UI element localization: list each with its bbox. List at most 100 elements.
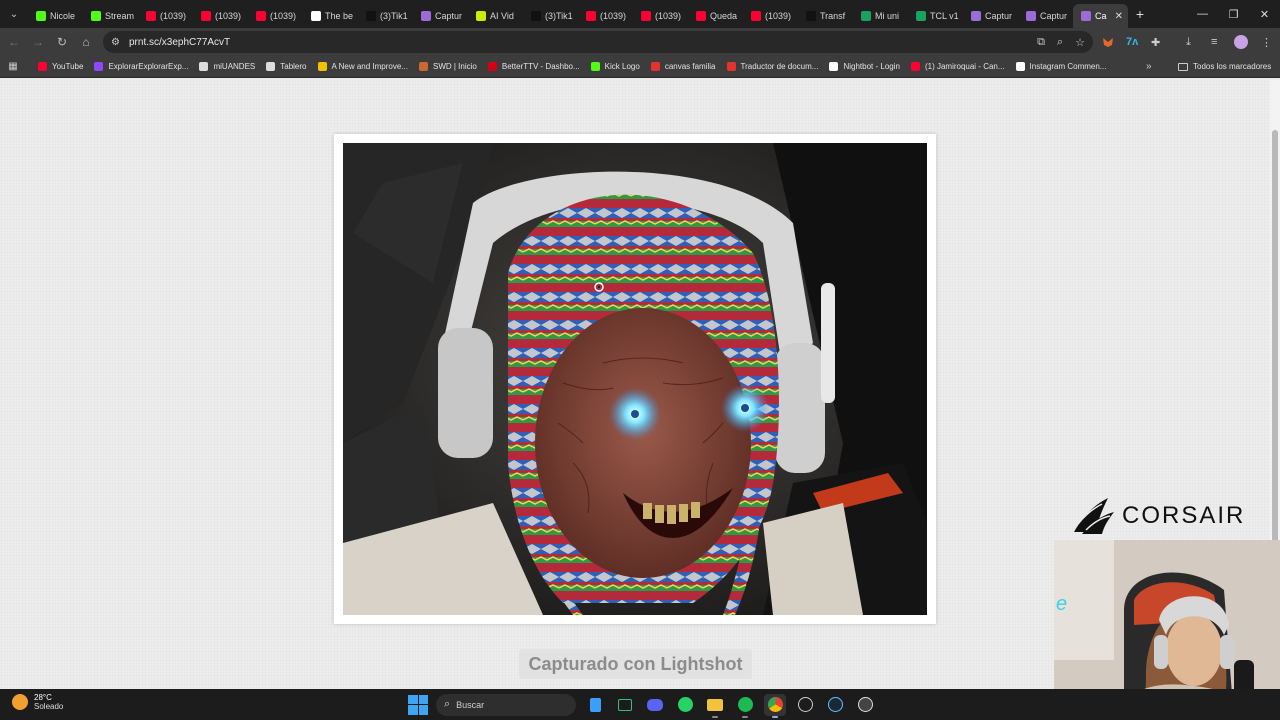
browser-toolbar: ← → ↻ ⌂ ⚙ prnt.sc/x3ephC77AcvT ⧉ ⌕ ☆ 7ʌ … bbox=[0, 28, 1280, 56]
zoom-icon[interactable]: ⌕ bbox=[1057, 36, 1063, 49]
browser-tab[interactable]: Mi uni bbox=[853, 4, 908, 28]
browser-tab[interactable]: Captur bbox=[963, 4, 1018, 28]
tab-label: The be bbox=[325, 11, 354, 21]
tab-favicon bbox=[91, 11, 101, 21]
browser-tab[interactable]: Ca ✕ bbox=[1073, 4, 1128, 28]
bookmark-item[interactable]: ExplorarExplorarExp... bbox=[94, 62, 188, 71]
tab-favicon bbox=[971, 11, 981, 21]
extension-translate-icon[interactable]: 7ʌ bbox=[1126, 28, 1138, 56]
download-icon[interactable]: ⤓ bbox=[1186, 28, 1191, 56]
search-label: Buscar bbox=[456, 699, 485, 710]
bookmark-label: BetterTTV - Dashbo... bbox=[501, 62, 580, 71]
bookmark-item[interactable]: SWD | Inicio bbox=[418, 62, 477, 71]
chrome-icon[interactable] bbox=[764, 693, 786, 718]
close-tab-icon[interactable]: ✕ bbox=[1115, 11, 1123, 22]
notes-app-icon[interactable] bbox=[584, 694, 606, 716]
more-bookmarks-icon[interactable]: » bbox=[1146, 61, 1152, 72]
sun-icon bbox=[12, 694, 28, 710]
bookmark-star-icon[interactable]: ☆ bbox=[1075, 36, 1085, 49]
address-bar[interactable]: ⚙ prnt.sc/x3ephC77AcvT ⧉ ⌕ ☆ bbox=[103, 31, 1093, 53]
home-icon[interactable]: ⌂ bbox=[74, 28, 98, 56]
browser-tab[interactable]: Nicole bbox=[28, 4, 83, 28]
screenshot-frame bbox=[334, 134, 936, 624]
bookmark-item[interactable]: Nightbot - Login bbox=[829, 62, 900, 71]
screenshot-image[interactable] bbox=[343, 143, 927, 615]
new-tab-button[interactable]: + bbox=[1128, 6, 1152, 22]
bookmark-item[interactable]: Instagram Commen... bbox=[1015, 62, 1106, 71]
forward-icon[interactable]: → bbox=[26, 28, 50, 56]
horror-face-image bbox=[343, 143, 927, 615]
browser-tab[interactable]: The be bbox=[303, 4, 358, 28]
all-bookmarks-label: Todos los marcadores bbox=[1193, 62, 1272, 71]
browser-tab[interactable]: Transf bbox=[798, 4, 853, 28]
bookmark-item[interactable]: Tablero bbox=[266, 62, 307, 71]
tab-label: (3)Tik1 bbox=[545, 11, 573, 21]
browser-tab[interactable]: (3)Tik1 bbox=[358, 4, 413, 28]
back-icon[interactable]: ← bbox=[2, 28, 26, 56]
bookmark-item[interactable]: Traductor de docum... bbox=[726, 62, 818, 71]
bookmark-item[interactable]: miUANDES bbox=[199, 62, 255, 71]
tab-label: (1039) bbox=[765, 11, 792, 21]
bookmark-favicon bbox=[266, 62, 276, 71]
tab-favicon bbox=[531, 11, 541, 21]
browser-tab[interactable]: (1039) bbox=[193, 4, 248, 28]
url-text[interactable]: prnt.sc/x3ephC77AcvT bbox=[129, 37, 230, 48]
bookmark-label: A New and Improve... bbox=[331, 62, 408, 71]
bookmark-label: Nightbot - Login bbox=[843, 62, 900, 71]
tab-label: Transf bbox=[820, 11, 846, 21]
bookmark-label: (1) Jamiroquai - Can... bbox=[924, 62, 1005, 71]
close-window-icon[interactable]: ✕ bbox=[1249, 0, 1280, 28]
browser-tab[interactable]: Queda bbox=[688, 4, 743, 28]
browser-tab[interactable]: AI Vid bbox=[468, 4, 523, 28]
bookmark-item[interactable]: (1) Jamiroquai - Can... bbox=[910, 62, 1005, 71]
tab-favicon bbox=[1081, 11, 1091, 21]
bookmark-item[interactable]: A New and Improve... bbox=[317, 62, 408, 71]
all-bookmarks-folder[interactable]: Todos los marcadores bbox=[1178, 62, 1271, 71]
site-info-icon[interactable]: ⚙ bbox=[111, 37, 129, 48]
bookmark-favicon bbox=[829, 62, 839, 71]
scrollbar-thumb[interactable] bbox=[1272, 130, 1278, 570]
browser-tab[interactable]: (1039) bbox=[138, 4, 193, 28]
browser-tab[interactable]: Captur bbox=[1018, 4, 1073, 28]
browser-tab[interactable]: (1039) bbox=[743, 4, 798, 28]
extension-fox-icon[interactable] bbox=[1102, 28, 1114, 56]
profile-avatar[interactable] bbox=[1234, 28, 1248, 56]
browser-menu-icon[interactable]: ⋮ bbox=[1261, 28, 1272, 56]
spotify-icon[interactable] bbox=[734, 694, 756, 718]
browser-tab[interactable]: Stream bbox=[83, 4, 138, 28]
xbox-app-icon[interactable] bbox=[614, 694, 636, 716]
tab-label: Captur bbox=[1040, 11, 1068, 21]
install-app-icon[interactable]: ⧉ bbox=[1037, 36, 1045, 49]
bookmark-item[interactable]: YouTube bbox=[38, 62, 83, 71]
minimize-icon[interactable]: — bbox=[1187, 0, 1218, 28]
discord-icon[interactable] bbox=[644, 694, 666, 716]
taskbar-search[interactable]: ⌕ Buscar bbox=[436, 693, 576, 716]
browser-tab[interactable]: (1039) bbox=[578, 4, 633, 28]
extensions-puzzle-icon[interactable]: ✚ bbox=[1151, 28, 1160, 56]
bookmark-item[interactable]: BetterTTV - Dashbo... bbox=[487, 62, 580, 71]
browser-tab[interactable]: (3)Tik1 bbox=[523, 4, 578, 28]
corsair-logo: CORSAIR bbox=[1072, 492, 1268, 540]
browser-tab[interactable]: (1039) bbox=[633, 4, 688, 28]
obs-icon[interactable] bbox=[794, 694, 816, 716]
browser-tab[interactable]: (1039) bbox=[248, 4, 303, 28]
media-player-icon[interactable] bbox=[854, 694, 876, 716]
restore-icon[interactable]: ❐ bbox=[1218, 0, 1249, 28]
weather-widget[interactable]: 28°C Soleado bbox=[12, 693, 63, 711]
browser-tab[interactable]: TCL v1 bbox=[908, 4, 963, 28]
file-explorer-icon[interactable] bbox=[704, 694, 726, 718]
steam-icon[interactable] bbox=[824, 694, 846, 716]
apps-grid-icon[interactable]: ▦ bbox=[0, 61, 26, 72]
browser-tab[interactable]: Captur bbox=[413, 4, 468, 28]
bookmark-favicon bbox=[726, 62, 736, 71]
reload-icon[interactable]: ↻ bbox=[50, 28, 74, 56]
tab-favicon bbox=[641, 11, 651, 21]
windows-start-icon[interactable] bbox=[408, 694, 428, 715]
lightshot-caption[interactable]: Capturado con Lightshot bbox=[519, 649, 752, 679]
reading-list-icon[interactable]: ≡ bbox=[1211, 28, 1217, 56]
bookmark-item[interactable]: canvas familia bbox=[650, 62, 716, 71]
tab-search-button[interactable]: ⌄ bbox=[0, 0, 28, 28]
whatsapp-icon[interactable] bbox=[674, 694, 696, 716]
bookmark-item[interactable]: Kick Logo bbox=[590, 62, 640, 71]
bookmark-label: miUANDES bbox=[213, 62, 256, 71]
